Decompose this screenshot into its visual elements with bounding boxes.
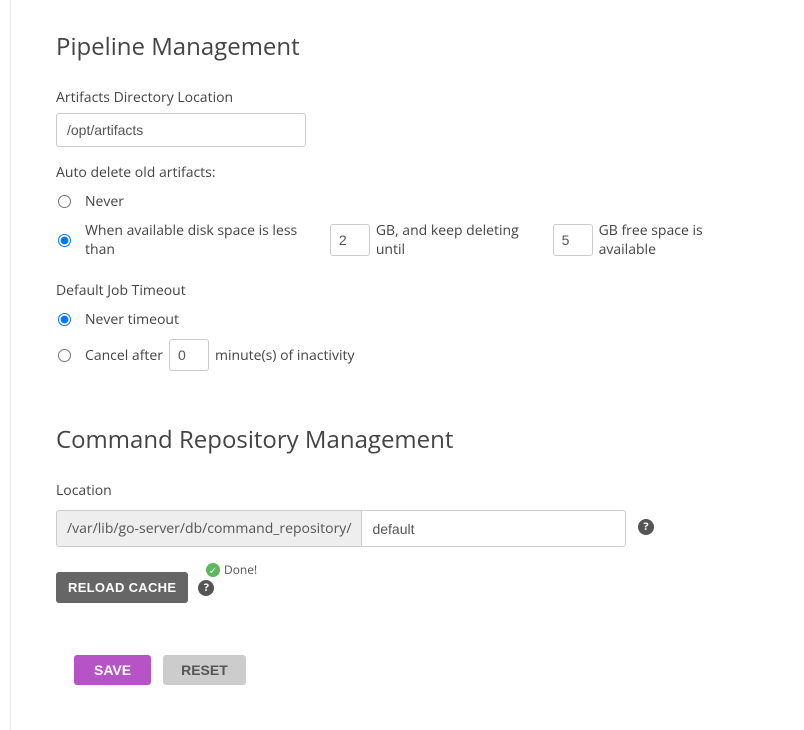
threshold-low-input[interactable] xyxy=(330,224,370,256)
reset-button[interactable]: RESET xyxy=(163,655,246,685)
pipeline-heading: Pipeline Management xyxy=(56,30,759,63)
settings-panel: Pipeline Management Artifacts Directory … xyxy=(10,0,804,730)
location-prefix: /var/lib/go-server/db/command_repository… xyxy=(56,510,361,547)
auto-delete-label: Auto delete old artifacts: xyxy=(56,163,759,182)
artifacts-dir-input[interactable] xyxy=(56,113,306,147)
cancel-after-input[interactable] xyxy=(169,339,209,371)
cancel-after-suffix: minute(s) of inactivity xyxy=(215,346,355,365)
auto-delete-when-radio[interactable] xyxy=(58,234,71,247)
never-timeout-radio[interactable] xyxy=(58,313,71,326)
when-mid-text: GB, and keep deleting until xyxy=(376,221,547,259)
cancel-after-row: Cancel after minute(s) of inactivity xyxy=(56,339,759,371)
auto-delete-never-radio[interactable] xyxy=(58,195,71,208)
when-prefix-text: When available disk space is less than xyxy=(85,221,324,259)
location-help-icon[interactable]: ? xyxy=(638,519,654,535)
location-input-group: /var/lib/go-server/db/command_repository… xyxy=(56,510,626,547)
location-input[interactable] xyxy=(361,510,626,547)
action-row: SAVE RESET xyxy=(56,655,759,685)
timeout-label: Default Job Timeout xyxy=(56,281,759,300)
reload-help-icon[interactable]: ? xyxy=(198,580,214,596)
artifacts-dir-label: Artifacts Directory Location xyxy=(56,88,759,107)
done-label: Done! xyxy=(224,561,257,578)
auto-delete-never-label: Never xyxy=(85,192,124,211)
location-label: Location xyxy=(56,481,759,500)
reload-cache-button[interactable]: RELOAD CACHE xyxy=(56,572,188,603)
threshold-high-input[interactable] xyxy=(553,224,593,256)
auto-delete-never-row: Never xyxy=(56,192,759,211)
never-timeout-label: Never timeout xyxy=(85,310,179,329)
command-repo-heading: Command Repository Management xyxy=(56,423,759,456)
when-suffix-text: GB free space is available xyxy=(599,221,759,259)
save-button[interactable]: SAVE xyxy=(74,655,151,685)
auto-delete-when-row: When available disk space is less than G… xyxy=(56,221,759,259)
cancel-after-radio[interactable] xyxy=(58,349,71,362)
never-timeout-row: Never timeout xyxy=(56,310,759,329)
cancel-after-label: Cancel after xyxy=(85,346,163,365)
